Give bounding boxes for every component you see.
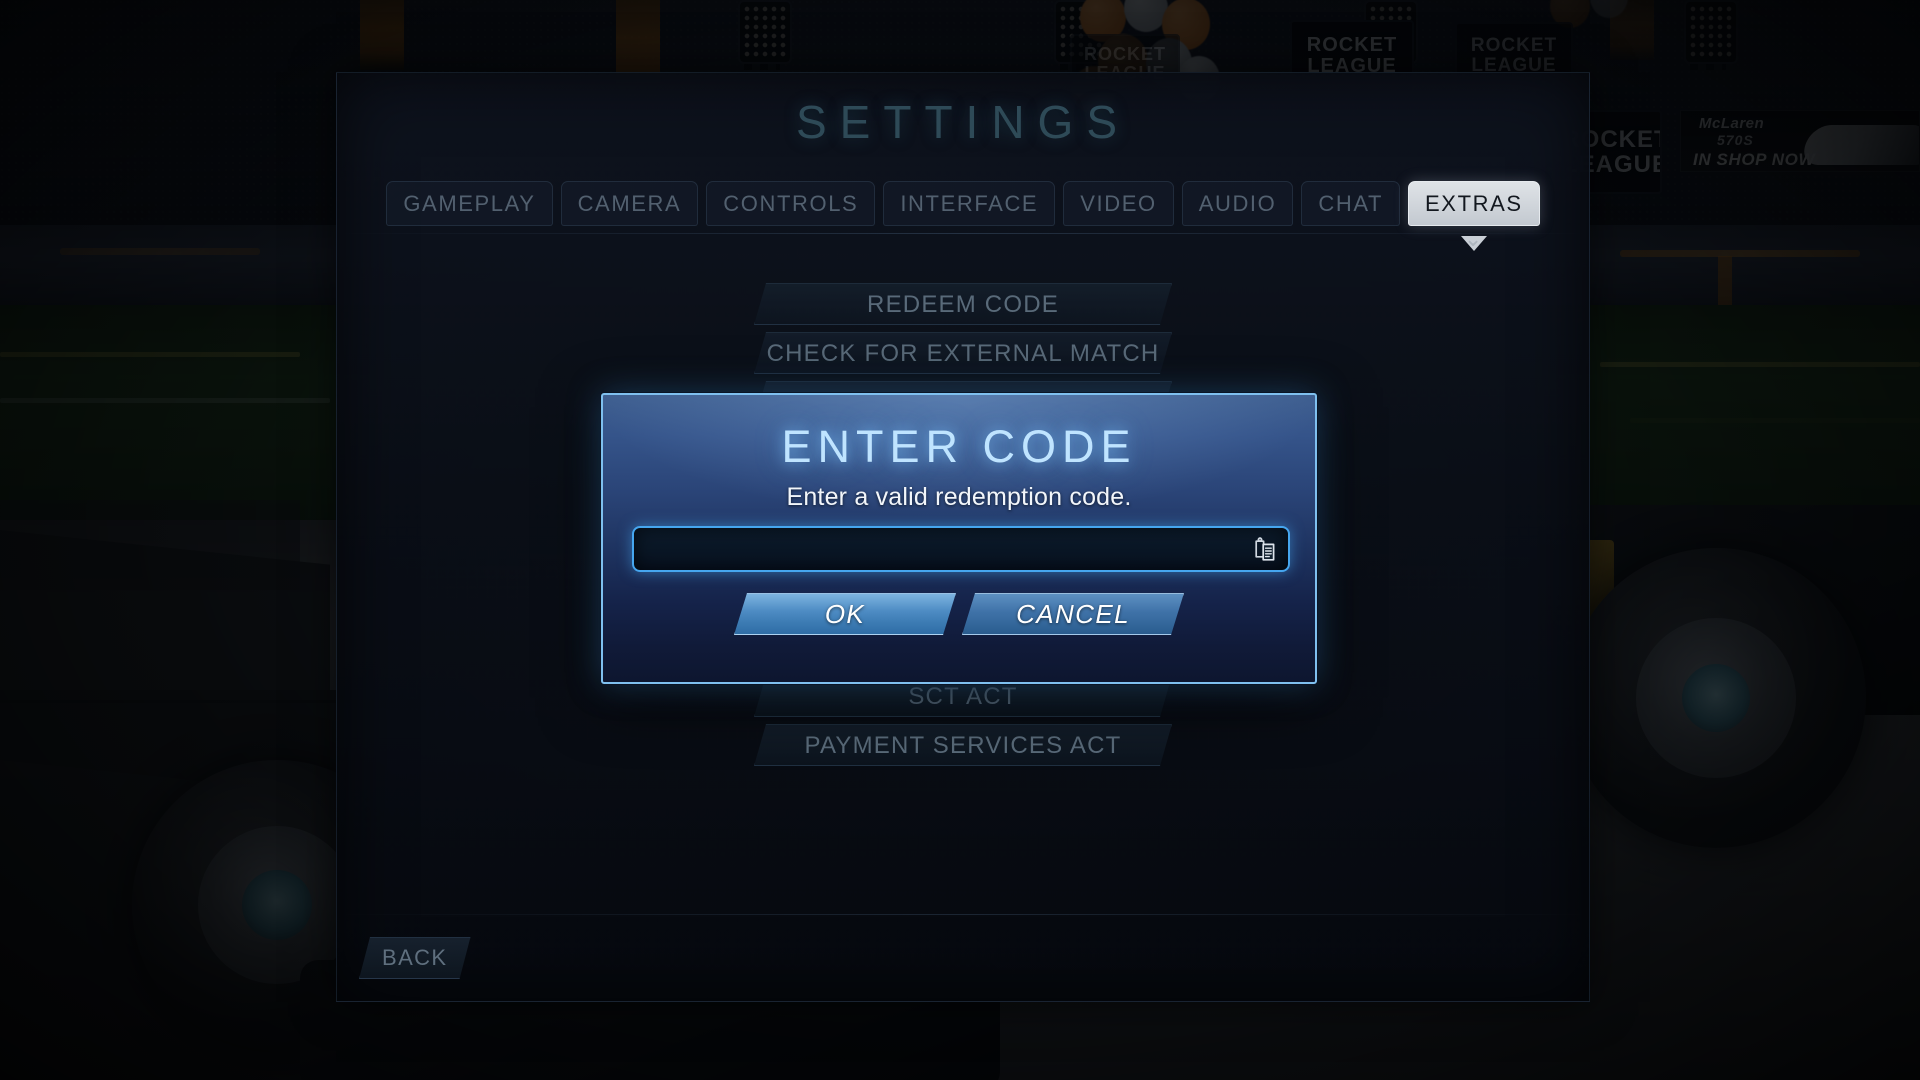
- code-input[interactable]: [634, 528, 1242, 570]
- dialog-title: ENTER CODE: [781, 421, 1137, 472]
- enter-code-dialog: ENTER CODE Enter a valid redemption code…: [601, 393, 1317, 684]
- dialog-button-row[interactable]: OK CANCEL: [603, 593, 1315, 635]
- clipboard-paste-icon[interactable]: [1242, 528, 1288, 570]
- cancel-button[interactable]: CANCEL: [962, 593, 1184, 635]
- ok-button[interactable]: OK: [734, 593, 956, 635]
- code-input-container[interactable]: [632, 526, 1290, 572]
- dialog-subtitle: Enter a valid redemption code.: [786, 483, 1132, 511]
